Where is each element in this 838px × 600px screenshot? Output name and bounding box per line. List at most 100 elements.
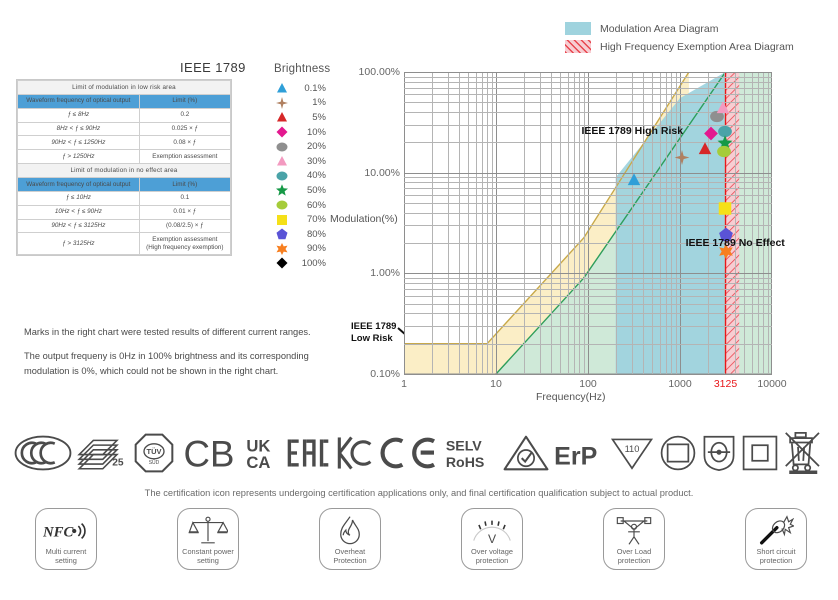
svg-text:ErP: ErP [554, 443, 597, 471]
brightness-legend-item: 70% [272, 212, 330, 227]
brightness-legend-item: 20% [272, 139, 330, 154]
certification-icon-row: 25 TÜV SÜD CB UK CA SELV RoHS ErP 110 [14, 424, 826, 482]
feature-label: Overheat Protection [333, 547, 367, 566]
cell-limit: (0.08/2.5) × ƒ [138, 218, 232, 234]
tuv-icon: TÜV SÜD [133, 433, 175, 473]
feature-item: Short circuit protection [728, 508, 824, 594]
brightness-legend-label: 50% [306, 184, 326, 196]
brightness-legend-item: 5% [272, 110, 330, 125]
nfc-icon: NFC [43, 516, 89, 546]
brightness-legend-item: 0.1% [272, 81, 330, 96]
cell-limit: 0.025 × ƒ [138, 121, 232, 137]
cb-icon: CB [179, 433, 239, 473]
column-header-limit: Limit (%) [138, 93, 232, 109]
note-text: The output frequeny is 0Hz in 100% brigh… [24, 351, 309, 376]
flicker-modulation-chart: IEEE 1789 High Risk IEEE 1789 No Effect [404, 72, 785, 375]
star4-icon [272, 96, 292, 109]
feature-label: Over Load protection [616, 547, 652, 566]
circle-icon [272, 141, 292, 153]
brightness-legend-label: 80% [306, 228, 326, 240]
cell-frequency: 8Hz < ƒ ≤ 90Hz [17, 121, 140, 137]
brightness-legend-item: 1% [272, 96, 330, 111]
star6-icon [272, 242, 292, 255]
cell-frequency: 90Hz < ƒ ≤ 3125Hz [17, 218, 140, 234]
short-circuit-icon [758, 515, 794, 546]
note-text: Marks in the right chart were tested res… [24, 327, 311, 337]
x-tick-label: 1 [401, 378, 407, 390]
feature-item: Overheat Protection [302, 508, 398, 594]
modulation-area-swatch [565, 22, 591, 35]
svg-text:RoHS: RoHS [446, 455, 485, 471]
brightness-legend-item: 80% [272, 227, 330, 242]
diamond-icon [272, 257, 292, 269]
legend-item-hf-exemption-area: High Frequency Exemption Area Diagram [565, 40, 794, 53]
chart-area-legend: Modulation Area Diagram High Frequency E… [565, 22, 794, 58]
brightness-legend-label: 100% [301, 257, 326, 269]
svg-text:NFC: NFC [43, 525, 74, 541]
x-tick-label: 10000 [757, 378, 787, 390]
chart-zone-label: IEEE 1789 No Effect [685, 236, 785, 249]
column-header-limit: Limit (%) [138, 177, 232, 192]
feature-box: Short circuit protection [745, 508, 807, 570]
legend-item-modulation-area: Modulation Area Diagram [565, 22, 794, 35]
circle-icon [272, 170, 292, 182]
feature-label: Short circuit protection [756, 547, 796, 566]
weightlifter-icon [615, 516, 653, 546]
feature-item: Over Load protection [586, 508, 682, 594]
table-section-title: Limit of modulation in low risk area [17, 80, 231, 95]
table-row: 8Hz < ƒ ≤ 90Hz 0.025 × ƒ [17, 121, 232, 137]
feature-box: Over Load protection [603, 508, 665, 570]
feature-box: Overheat Protection [319, 508, 381, 570]
column-header-frequency: Waveform frequency of optical output [17, 177, 140, 192]
rcm-icon [502, 434, 550, 472]
cell-limit: 0.01 × ƒ [138, 204, 232, 220]
voltmeter-icon: V [472, 516, 512, 546]
y-tick-label: 0.10% [370, 368, 400, 380]
brightness-legend-label: 90% [306, 243, 326, 255]
thermal-protector-icon [701, 433, 737, 473]
cell-limit: 0.1 [138, 190, 232, 206]
table-row: 90Hz < ƒ ≤ 1250Hz 0.08 × ƒ [17, 135, 232, 151]
y-tick-label: 100.00% [358, 66, 400, 78]
erp-icon: ErP [554, 433, 606, 473]
cell-limit: 0.08 × ƒ [138, 135, 232, 151]
enclosed-luminaire-icon [659, 434, 697, 472]
circle-icon [272, 199, 292, 211]
class-two-icon [741, 434, 779, 472]
brightness-legend-item: 100% [272, 256, 330, 271]
table-row: ƒ ≤ 8Hz 0.2 [17, 107, 232, 123]
pentagon-icon [272, 228, 292, 240]
brightness-legend-label: 5% [312, 111, 326, 123]
star5-icon [272, 184, 292, 197]
svg-text:110: 110 [625, 444, 640, 454]
legend-label-modulation-area: Modulation Area Diagram [600, 22, 719, 35]
y-tick-label: 10.00% [364, 166, 400, 179]
x-tick-label: 10 [490, 378, 502, 390]
legend-label-hf-exemption-area: High Frequency Exemption Area Diagram [600, 40, 794, 53]
brightness-legend-label: 1% [312, 97, 326, 109]
flame-icon [337, 516, 363, 546]
brightness-legend-item: 50% [272, 183, 330, 198]
table-row: ƒ > 3125Hz Exemption assessment (High fr… [17, 232, 232, 256]
table-row: ƒ > 1250Hz Exemption assessment [17, 149, 232, 165]
chart-x-tick-labels: 1 10 100 1000 3125 10000 [401, 378, 787, 394]
cell-frequency: 10Hz < ƒ ≤ 90Hz [17, 204, 140, 220]
feature-label: Over voltage protection [471, 547, 513, 566]
cell-limit: 0.2 [138, 107, 232, 123]
brightness-legend-item: 90% [272, 242, 330, 257]
triangle-up-icon [272, 155, 292, 167]
ieee-limit-tables: Limit of modulation in low risk area Wav… [16, 79, 232, 257]
ieee-standard-title: IEEE 1789 [180, 60, 246, 75]
feature-item: Constant power setting [160, 508, 256, 594]
cell-frequency: ƒ ≤ 10Hz [17, 190, 140, 206]
kc-icon [334, 434, 374, 472]
weee-bin-icon [784, 431, 826, 475]
low-risk-limit-table: Limit of modulation in low risk area Wav… [17, 80, 232, 256]
column-header-frequency: Waveform frequency of optical output [17, 93, 140, 109]
chart-zone-label: IEEE 1789 High Risk [581, 124, 684, 137]
brightness-legend-title: Brightness [274, 63, 331, 75]
svg-text:CB: CB [184, 433, 235, 473]
brightness-legend-item: 30% [272, 154, 330, 169]
triangle-up-icon [272, 82, 292, 94]
feature-icon-row: NFC Multi current setting Constant power s… [18, 508, 824, 594]
